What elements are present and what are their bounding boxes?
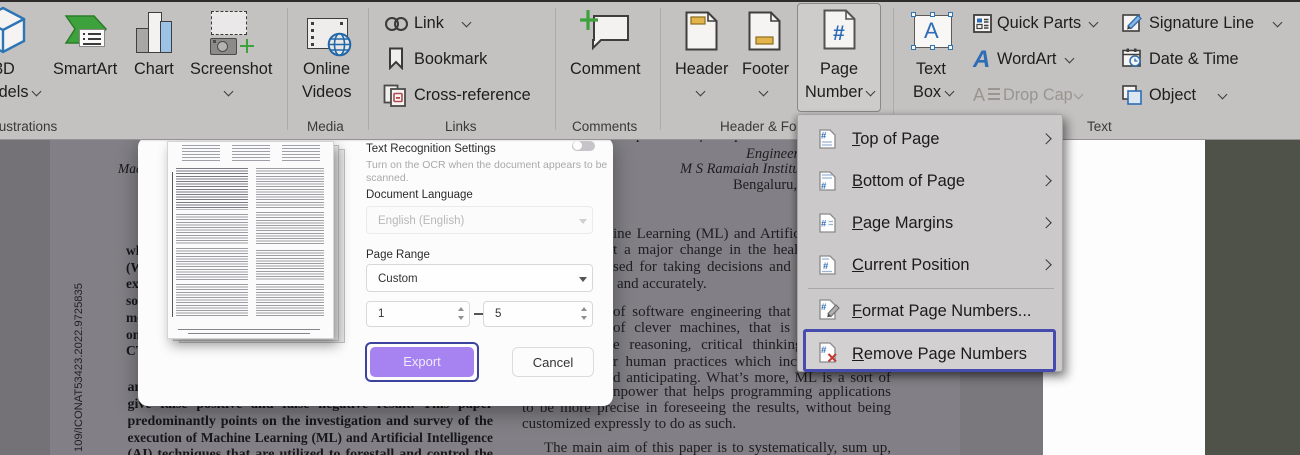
svg-text:#: #: [821, 302, 827, 313]
svg-text:#: #: [821, 345, 827, 356]
svg-text:#: #: [821, 181, 827, 191]
svg-text:#: #: [823, 261, 829, 272]
svg-text:#: #: [821, 219, 827, 230]
svg-text:#: #: [833, 22, 845, 45]
svg-text:#: #: [821, 131, 827, 142]
